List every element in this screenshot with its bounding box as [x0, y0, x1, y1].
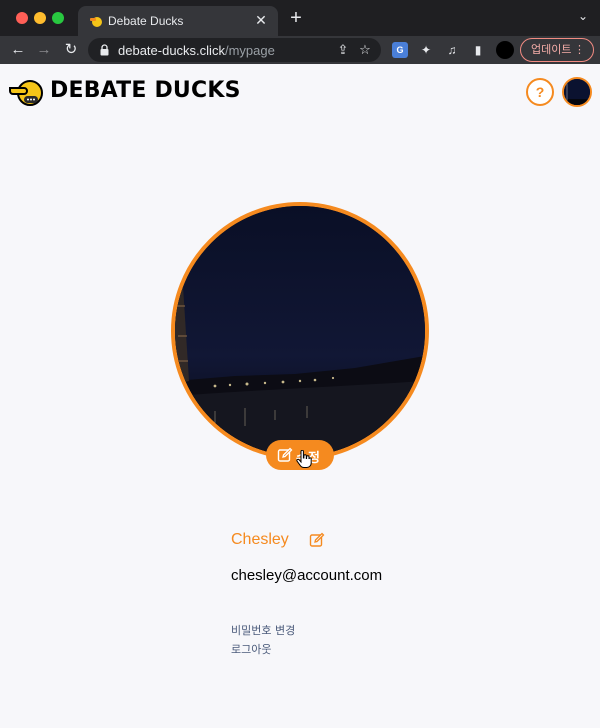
header-avatar[interactable]: [562, 77, 592, 107]
address-bar[interactable]: debate-ducks.click/mypage ⇪ ☆: [88, 38, 381, 62]
side-panel-icon[interactable]: ▮: [470, 42, 486, 58]
tab-title: Debate Ducks: [108, 14, 184, 28]
puzzle-icon[interactable]: ✦: [418, 42, 434, 58]
window-zoom-button[interactable]: [52, 12, 64, 24]
avatar-night-photo: [564, 79, 590, 105]
reload-icon[interactable]: ↻: [61, 40, 81, 60]
update-button[interactable]: 업데이트 ⋮: [520, 38, 594, 62]
profile-night-photo: [175, 206, 425, 456]
duck-logo-icon[interactable]: [8, 76, 44, 108]
help-button[interactable]: ?: [526, 78, 554, 106]
lock-icon: [100, 44, 109, 56]
new-tab-button[interactable]: +: [286, 8, 306, 28]
more-menu-icon[interactable]: ⋮: [574, 39, 585, 61]
url-host: debate-ducks.click: [118, 43, 225, 58]
star-icon[interactable]: ☆: [357, 42, 373, 58]
hand-cursor-icon: [296, 450, 312, 468]
brand-title[interactable]: DEBATE DUCKS: [50, 78, 241, 103]
media-control-icon[interactable]: ♫: [444, 42, 460, 58]
url-text: debate-ducks.click/mypage: [118, 43, 275, 58]
user-email: chesley@account.com: [231, 567, 383, 584]
window-close-button[interactable]: [16, 12, 28, 24]
browser-toolbar: ← → ↻ debate-ducks.click/mypage ⇪ ☆ G ✦ …: [0, 36, 600, 64]
share-icon[interactable]: ⇪: [335, 42, 351, 58]
translate-extension-icon[interactable]: G: [392, 42, 408, 58]
url-path: /mypage: [224, 43, 275, 58]
change-password-link[interactable]: 비밀번호 변경: [231, 622, 295, 638]
browser-tab-bar: Debate Ducks ✕ + ⌄: [0, 0, 600, 36]
browser-tab[interactable]: Debate Ducks ✕: [78, 6, 278, 36]
edit-icon[interactable]: [309, 532, 325, 548]
update-label: 업데이트: [531, 44, 572, 56]
duck-favicon-icon: [90, 17, 102, 27]
forward-arrow-icon[interactable]: →: [34, 40, 54, 60]
profile-photo: [171, 202, 429, 460]
logout-link[interactable]: 로그아웃: [231, 641, 271, 657]
edit-icon: [277, 447, 293, 462]
mypage: DEBATE DUCKS ? Chesley chesley@account.c…: [0, 64, 600, 728]
back-arrow-icon[interactable]: ←: [8, 40, 28, 60]
username: Chesley: [231, 531, 289, 548]
browser-profile-avatar[interactable]: [496, 41, 514, 59]
window-minimize-button[interactable]: [34, 12, 46, 24]
tab-search-icon[interactable]: ⌄: [578, 9, 588, 23]
tab-close-icon[interactable]: ✕: [252, 11, 270, 29]
